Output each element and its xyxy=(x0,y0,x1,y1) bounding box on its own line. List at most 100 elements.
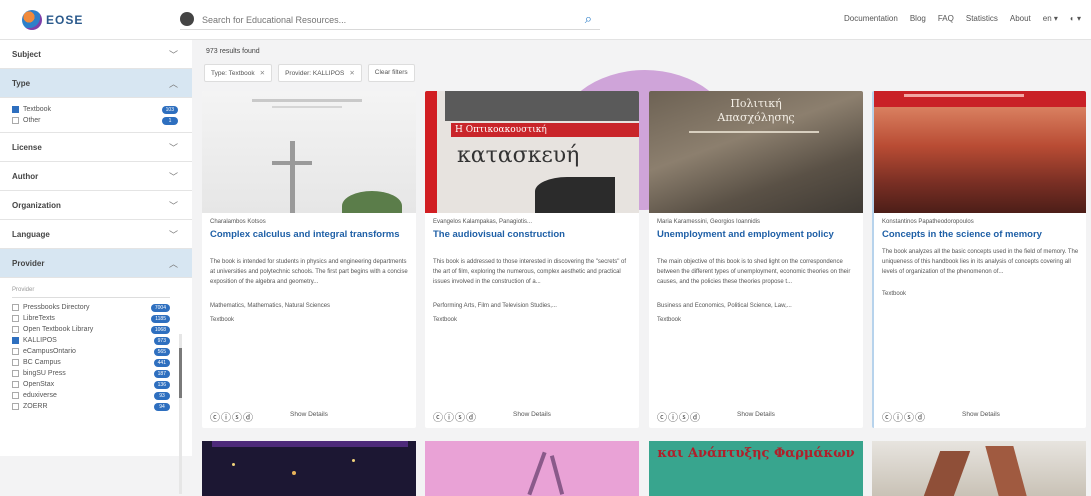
nav-faq[interactable]: FAQ xyxy=(938,14,954,23)
checkbox[interactable] xyxy=(12,359,19,366)
card-subjects: Performing Arts, Film and Television Stu… xyxy=(433,303,557,309)
show-details-button[interactable]: Show Details xyxy=(513,411,551,418)
checkbox[interactable] xyxy=(12,392,19,399)
site-logo[interactable]: EOSE xyxy=(22,9,83,31)
checkbox[interactable] xyxy=(12,304,19,311)
card-title[interactable]: Complex calculus and integral transforms xyxy=(210,229,408,240)
provider-search-input[interactable]: Provider xyxy=(12,284,170,298)
show-details-button[interactable]: Show Details xyxy=(290,411,328,418)
book-cover[interactable]: Η Οπτικοακουστική κατασκευή xyxy=(425,91,639,213)
count-badge: 103 xyxy=(161,105,178,114)
resource-card[interactable]: Charalambos Kotsos Complex calculus and … xyxy=(202,91,416,428)
checkbox[interactable] xyxy=(12,106,19,113)
card-title[interactable]: Concepts in the science of memory xyxy=(882,229,1080,240)
nav-statistics[interactable]: Statistics xyxy=(966,14,998,23)
chevron-down-icon: ﹀ xyxy=(168,229,178,240)
chevron-up-icon: ︿ xyxy=(168,78,178,89)
show-details-button[interactable]: Show Details xyxy=(737,411,775,418)
count-badge: 441 xyxy=(153,358,170,367)
chevron-down-icon: ﹀ xyxy=(168,142,178,153)
option-label: KALLIPOS xyxy=(23,337,57,344)
checkbox[interactable] xyxy=(12,337,19,344)
search-icon[interactable]: ⌕ xyxy=(585,11,592,27)
provider-option[interactable]: OpenStax 136 xyxy=(12,379,170,390)
result-count: 973 results found xyxy=(206,48,260,55)
checkbox[interactable] xyxy=(12,117,19,124)
scrollbar-thumb[interactable] xyxy=(179,348,182,398)
facet-license[interactable]: License ﹀ xyxy=(0,133,192,162)
card-title[interactable]: Unemployment and employment policy xyxy=(657,229,855,240)
checkbox[interactable] xyxy=(12,348,19,355)
checkbox[interactable] xyxy=(12,326,19,333)
provider-scrollbar[interactable] xyxy=(179,334,182,494)
checkbox[interactable] xyxy=(12,370,19,377)
settings-icon[interactable] xyxy=(180,12,194,26)
facet-language[interactable]: Language ﹀ xyxy=(0,220,192,249)
book-cover[interactable] xyxy=(872,441,1086,496)
checkbox[interactable] xyxy=(12,403,19,410)
results-area: 973 results found Type: Textbook ✕ Provid… xyxy=(200,40,1091,496)
card-author: Konstantinos Papatheodoropoulos xyxy=(882,219,974,225)
provider-option[interactable]: ZOERR 94 xyxy=(12,401,170,412)
option-label: ZOERR xyxy=(23,403,48,410)
facet-organization[interactable]: Organization ﹀ xyxy=(0,191,192,220)
provider-option[interactable]: LibreTexts 1185 xyxy=(12,313,170,324)
book-cover[interactable] xyxy=(874,91,1086,213)
resource-card[interactable]: Konstantinos Papatheodoropoulos Concepts… xyxy=(872,91,1086,428)
type-option-other[interactable]: Other 1 xyxy=(12,115,178,126)
cover-title: Πολιτική Απασχόλησης xyxy=(717,97,795,124)
provider-option-kallipos[interactable]: KALLIPOS 973 xyxy=(12,335,170,346)
count-badge: 93 xyxy=(154,391,170,400)
option-label: Pressbooks Directory xyxy=(23,304,90,311)
facet-author[interactable]: Author ﹀ xyxy=(0,162,192,191)
checkbox[interactable] xyxy=(12,315,19,322)
nav-blog[interactable]: Blog xyxy=(910,14,926,23)
provider-option[interactable]: eCampusOntario 565 xyxy=(12,346,170,357)
checkbox[interactable] xyxy=(12,381,19,388)
option-label: Textbook xyxy=(23,106,52,113)
book-cover[interactable] xyxy=(425,441,639,496)
clear-filters-button[interactable]: Clear filters xyxy=(367,64,415,82)
resource-card[interactable]: Πολιτική Απασχόλησης Maria Karamessini, G… xyxy=(649,91,863,428)
theme-toggle[interactable]: ◐ ▾ xyxy=(1070,14,1081,23)
card-type: Textbook xyxy=(433,317,458,323)
provider-option[interactable]: bingSU Press 187 xyxy=(12,368,170,379)
book-cover[interactable]: Πολιτική Απασχόλησης xyxy=(649,91,863,213)
book-cover[interactable] xyxy=(202,441,416,496)
option-label: Open Textbook Library xyxy=(23,326,94,333)
facet-subject[interactable]: Subject ﹀ xyxy=(0,40,192,69)
filter-chip-provider[interactable]: Provider: KALLIPOS ✕ xyxy=(278,64,362,82)
provider-option[interactable]: Pressbooks Directory 7004 xyxy=(12,302,170,313)
logo-icon xyxy=(22,10,42,30)
language-select[interactable]: en ▾ xyxy=(1043,14,1058,23)
cover-title-large: κατασκευή xyxy=(457,143,580,168)
provider-option[interactable]: eduxiverse 93 xyxy=(12,390,170,401)
provider-option[interactable]: BC Campus 441 xyxy=(12,357,170,368)
facet-provider[interactable]: Provider ︿ xyxy=(0,249,192,278)
card-subjects: Business and Economics, Political Scienc… xyxy=(657,303,792,309)
option-label: BC Campus xyxy=(23,359,61,366)
card-type: Textbook xyxy=(210,317,235,323)
resource-card[interactable]: Η Οπτικοακουστική κατασκευή Evangelos Ka… xyxy=(425,91,639,428)
license-icons: ⓒⓘⓢⓓ xyxy=(433,413,477,424)
book-cover[interactable]: και Ανάπτυξης Φαρμάκων xyxy=(649,441,863,496)
close-icon[interactable]: ✕ xyxy=(260,70,265,77)
nav-documentation[interactable]: Documentation xyxy=(844,14,898,23)
chevron-down-icon: ﹀ xyxy=(168,171,178,182)
nav-about[interactable]: About xyxy=(1010,14,1031,23)
count-badge: 1185 xyxy=(151,314,170,323)
provider-options: Provider Pressbooks Directory 7004 LibreT… xyxy=(0,278,192,418)
card-subjects: Textbook xyxy=(882,291,907,297)
search-input[interactable] xyxy=(202,11,562,29)
show-details-button[interactable]: Show Details xyxy=(962,411,1000,418)
filter-chip-type[interactable]: Type: Textbook ✕ xyxy=(204,64,273,82)
card-title[interactable]: The audiovisual construction xyxy=(433,229,631,240)
card-description: The main objective of this book is to sh… xyxy=(657,259,851,285)
facet-type[interactable]: Type ︿ xyxy=(0,69,192,98)
close-icon[interactable]: ✕ xyxy=(349,70,354,77)
facet-label: Language xyxy=(12,229,50,239)
provider-option[interactable]: Open Textbook Library 1068 xyxy=(12,324,170,335)
chevron-down-icon: ﹀ xyxy=(168,200,178,211)
type-option-textbook[interactable]: Textbook 103 xyxy=(12,104,178,115)
book-cover[interactable] xyxy=(202,91,416,213)
